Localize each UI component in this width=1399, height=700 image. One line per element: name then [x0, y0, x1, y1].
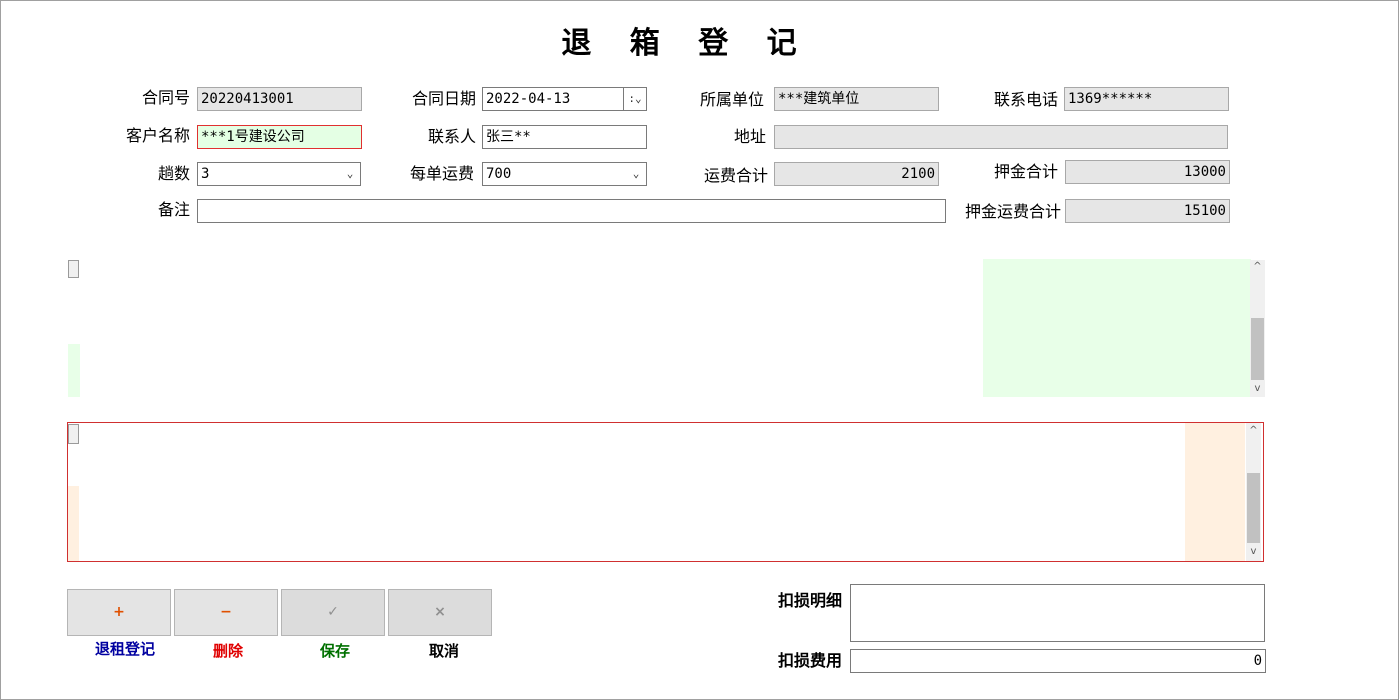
address-field[interactable]: [774, 125, 1228, 149]
damage-fee-label: 扣损费用: [777, 651, 842, 670]
customer-label: 客户名称: [125, 126, 190, 145]
grid-highlight-column: [1185, 423, 1245, 561]
return-detail-grid[interactable]: ^ v: [67, 422, 1264, 562]
cancel-button[interactable]: ×: [388, 589, 492, 636]
trips-select[interactable]: 3 ⌄: [197, 162, 361, 186]
cancel-button-label[interactable]: 取消: [392, 640, 496, 661]
contact-label: 联系人: [427, 127, 476, 146]
damage-detail-field[interactable]: [850, 584, 1265, 642]
minus-icon: −: [220, 604, 232, 620]
freight-total-field[interactable]: 2100: [774, 162, 939, 186]
scroll-up-icon[interactable]: ^: [1246, 424, 1261, 438]
add-button[interactable]: +: [67, 589, 171, 636]
freight-per-select[interactable]: 700 ⌄: [482, 162, 647, 186]
scroll-thumb[interactable]: [1251, 318, 1264, 380]
scroll-up-icon[interactable]: ^: [1250, 260, 1265, 274]
grid-row-handle[interactable]: [68, 260, 79, 278]
save-button-label[interactable]: 保存: [283, 640, 387, 661]
chevron-down-icon[interactable]: ⌄: [343, 166, 357, 182]
check-icon: ✓: [327, 604, 339, 620]
delete-button[interactable]: −: [174, 589, 278, 636]
freight-per-value: 700: [486, 166, 512, 182]
freight-per-label: 每单运费: [409, 164, 474, 183]
phone-label: 联系电话: [993, 90, 1058, 109]
scroll-down-icon[interactable]: v: [1246, 545, 1261, 559]
calendar-icon: :: [628, 92, 635, 105]
grid-highlight-column: [983, 259, 1251, 397]
contract-date-value: 2022-04-13: [486, 91, 571, 107]
scroll-down-icon[interactable]: v: [1250, 382, 1265, 396]
deposit-freight-total-field[interactable]: 15100: [1065, 199, 1230, 223]
deposit-freight-total-label: 押金运费合计: [964, 202, 1061, 221]
contact-field[interactable]: 张三**: [482, 125, 647, 149]
damage-detail-label: 扣损明细: [777, 591, 842, 610]
remark-field[interactable]: [197, 199, 946, 223]
grid-vertical-scrollbar[interactable]: ^ v: [1246, 423, 1261, 561]
close-icon: ×: [434, 604, 446, 620]
contract-date-field[interactable]: 2022-04-13 :⌄: [482, 87, 647, 111]
grid-vertical-scrollbar[interactable]: ^ v: [1250, 260, 1265, 397]
page-title: 退 箱 登 记: [561, 26, 811, 61]
damage-fee-field[interactable]: 0: [850, 649, 1266, 673]
plus-icon: +: [113, 604, 125, 620]
deposit-total-field[interactable]: 13000: [1065, 160, 1230, 184]
remark-label: 备注: [157, 200, 190, 219]
container-list-grid[interactable]: ^ v: [67, 258, 1266, 397]
date-picker-button[interactable]: :⌄: [623, 88, 646, 110]
save-button[interactable]: ✓: [281, 589, 385, 636]
grid-row-indicator: [68, 344, 80, 397]
address-label: 地址: [733, 127, 766, 146]
add-button-label[interactable]: 退租登记: [73, 638, 177, 659]
contract-no-field[interactable]: 20220413001: [197, 87, 362, 111]
company-label: 所属单位: [699, 90, 764, 109]
freight-total-label: 运费合计: [703, 166, 768, 185]
delete-button-label[interactable]: 删除: [176, 640, 280, 661]
grid-row-handle[interactable]: [68, 424, 79, 444]
contract-no-label: 合同号: [141, 88, 190, 107]
grid-row-indicator: [68, 486, 79, 561]
phone-field[interactable]: 1369******: [1064, 87, 1229, 111]
company-field[interactable]: ***建筑单位: [774, 87, 939, 111]
contract-date-label: 合同日期: [411, 89, 476, 108]
trips-label: 趟数: [157, 164, 190, 183]
customer-field[interactable]: ***1号建设公司: [197, 125, 362, 149]
deposit-total-label: 押金合计: [993, 162, 1058, 181]
chevron-down-icon[interactable]: ⌄: [629, 166, 643, 182]
trips-value: 3: [201, 166, 210, 182]
scroll-thumb[interactable]: [1247, 473, 1260, 543]
